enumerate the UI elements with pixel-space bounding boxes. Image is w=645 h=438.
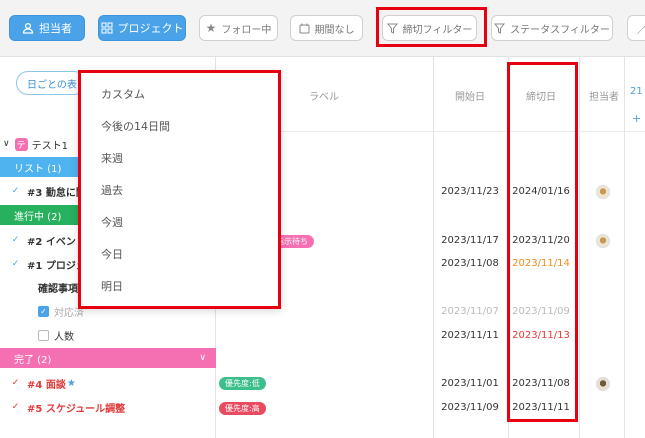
task-row-4[interactable]: ✓ #4 面談 ★ <box>0 373 216 393</box>
assignee-button[interactable]: 担当者 <box>9 15 85 41</box>
following-button-label: フォロー中 <box>221 24 272 36</box>
column-header-deadline[interactable]: 締切日 <box>501 88 581 103</box>
section-done[interactable]: 完了 (2) ∨ <box>0 348 216 368</box>
deadline-date: 2023/11/14 <box>512 258 570 269</box>
check-icon[interactable]: ✓ <box>10 186 21 197</box>
day-number: 21 <box>630 86 643 97</box>
following-button[interactable]: ★ フォロー中 <box>199 15 278 41</box>
day-view-label: 日ごとの表 <box>27 79 77 91</box>
grid-icon <box>101 22 112 34</box>
filter-icon <box>494 23 506 34</box>
status-filter-button[interactable]: ステータスフィルター <box>491 15 613 41</box>
toolbar: 担当者 プロジェクト ★ フォロー中 期間なし 締切フィルター ステータスフィル… <box>0 0 645 57</box>
task-title: #5 スケジュール調整 <box>27 403 126 415</box>
dropdown-item-custom[interactable]: カスタム <box>101 86 145 102</box>
start-date: 2023/11/09 <box>441 402 499 413</box>
period-button-label: 期間なし <box>314 24 355 36</box>
filter-icon <box>386 23 398 34</box>
dropdown-item-past[interactable]: 過去 <box>101 182 123 198</box>
chevron-down-icon[interactable]: ∨ <box>199 353 206 363</box>
star-icon: ★ <box>205 21 217 35</box>
check-icon[interactable]: ✓ <box>10 378 21 389</box>
project-button-label: プロジェクト <box>117 22 184 35</box>
deadline-filter-dropdown: カスタム 今後の14日間 来週 過去 今週 今日 明日 <box>78 70 281 309</box>
start-date: 2023/11/17 <box>441 235 499 246</box>
column-header-assignee[interactable]: 担当者 <box>579 88 629 103</box>
start-date: 2023/11/08 <box>441 258 499 269</box>
section-done-label: 完了 (2) <box>14 354 52 366</box>
task-title: #3 勤怠に関 <box>27 187 86 199</box>
deadline-date: 2023/11/20 <box>512 235 570 246</box>
dropdown-item-next-14-days[interactable]: 今後の14日間 <box>101 118 170 134</box>
period-button[interactable]: 期間なし <box>290 15 363 41</box>
user-icon <box>22 22 34 34</box>
deadline-filter-label: 締切フィルター <box>402 24 473 36</box>
day-view-button[interactable]: 日ごとの表 <box>16 71 86 95</box>
project-button[interactable]: プロジェクト <box>98 15 186 41</box>
task-app: 担当者 プロジェクト ★ フォロー中 期間なし 締切フィルター ステータスフィル… <box>0 0 645 438</box>
check-icon[interactable]: ✓ <box>10 402 21 413</box>
status-filter-label: ステータスフィルター <box>510 24 610 36</box>
add-icon[interactable]: + <box>632 112 641 125</box>
avatar[interactable] <box>596 377 610 391</box>
check-icon[interactable]: ✓ <box>10 235 21 246</box>
chevron-down-icon: ∨ <box>3 139 10 149</box>
start-date: 2023/11/07 <box>441 306 499 317</box>
dropdown-item-this-week[interactable]: 今週 <box>101 214 123 230</box>
priority-tag-high[interactable]: 優先度:高 <box>219 402 266 415</box>
task-row-5[interactable]: ✓ #5 スケジュール調整 <box>0 397 216 417</box>
dropdown-item-tomorrow[interactable]: 明日 <box>101 278 123 294</box>
deadline-date: 2023/11/09 <box>512 306 570 317</box>
subtask-row-2[interactable]: 人数 <box>0 325 216 345</box>
priority-tag-low[interactable]: 優先度:低 <box>219 377 266 390</box>
column-header-start[interactable]: 開始日 <box>430 88 510 103</box>
dropdown-item-today[interactable]: 今日 <box>101 246 123 262</box>
section-list-label: リスト (1) <box>14 163 62 175</box>
dropdown-item-next-week[interactable]: 来週 <box>101 150 123 166</box>
edit-icon: ／ <box>637 21 645 36</box>
calendar-icon <box>299 23 309 33</box>
project-name: テスト1 <box>31 140 68 152</box>
task-title: #1 プロジェ <box>27 260 86 272</box>
avatar[interactable] <box>596 234 610 248</box>
checklist-title: 確認事項 <box>38 283 78 295</box>
task-title: #2 イベント <box>27 236 86 248</box>
column-header-label[interactable]: ラベル <box>284 88 364 103</box>
start-date: 2023/11/01 <box>441 378 499 389</box>
section-in-progress-label: 進行中 (2) <box>14 211 62 223</box>
deadline-date: 2023/11/13 <box>512 330 570 341</box>
start-date: 2023/11/23 <box>441 186 499 197</box>
check-icon[interactable]: ✓ <box>10 259 21 270</box>
start-date: 2023/11/11 <box>441 330 499 341</box>
deadline-date: 2023/11/11 <box>512 402 570 413</box>
checkbox-checked[interactable]: ✓ <box>38 305 49 317</box>
assignee-button-label: 担当者 <box>39 22 72 35</box>
star-icon: ★ <box>66 377 76 389</box>
project-badge: テ <box>14 137 28 151</box>
avatar[interactable] <box>596 185 610 199</box>
task-title: #4 面談 <box>27 379 66 391</box>
subtask-label: 人数 <box>54 331 74 343</box>
deadline-date: 2024/01/16 <box>512 186 570 197</box>
more-button[interactable]: ／ <box>627 15 645 41</box>
deadline-date: 2023/11/08 <box>512 378 570 389</box>
column-divider <box>624 57 625 438</box>
deadline-filter-button[interactable]: 締切フィルター <box>382 15 477 41</box>
checkbox[interactable] <box>38 329 49 341</box>
